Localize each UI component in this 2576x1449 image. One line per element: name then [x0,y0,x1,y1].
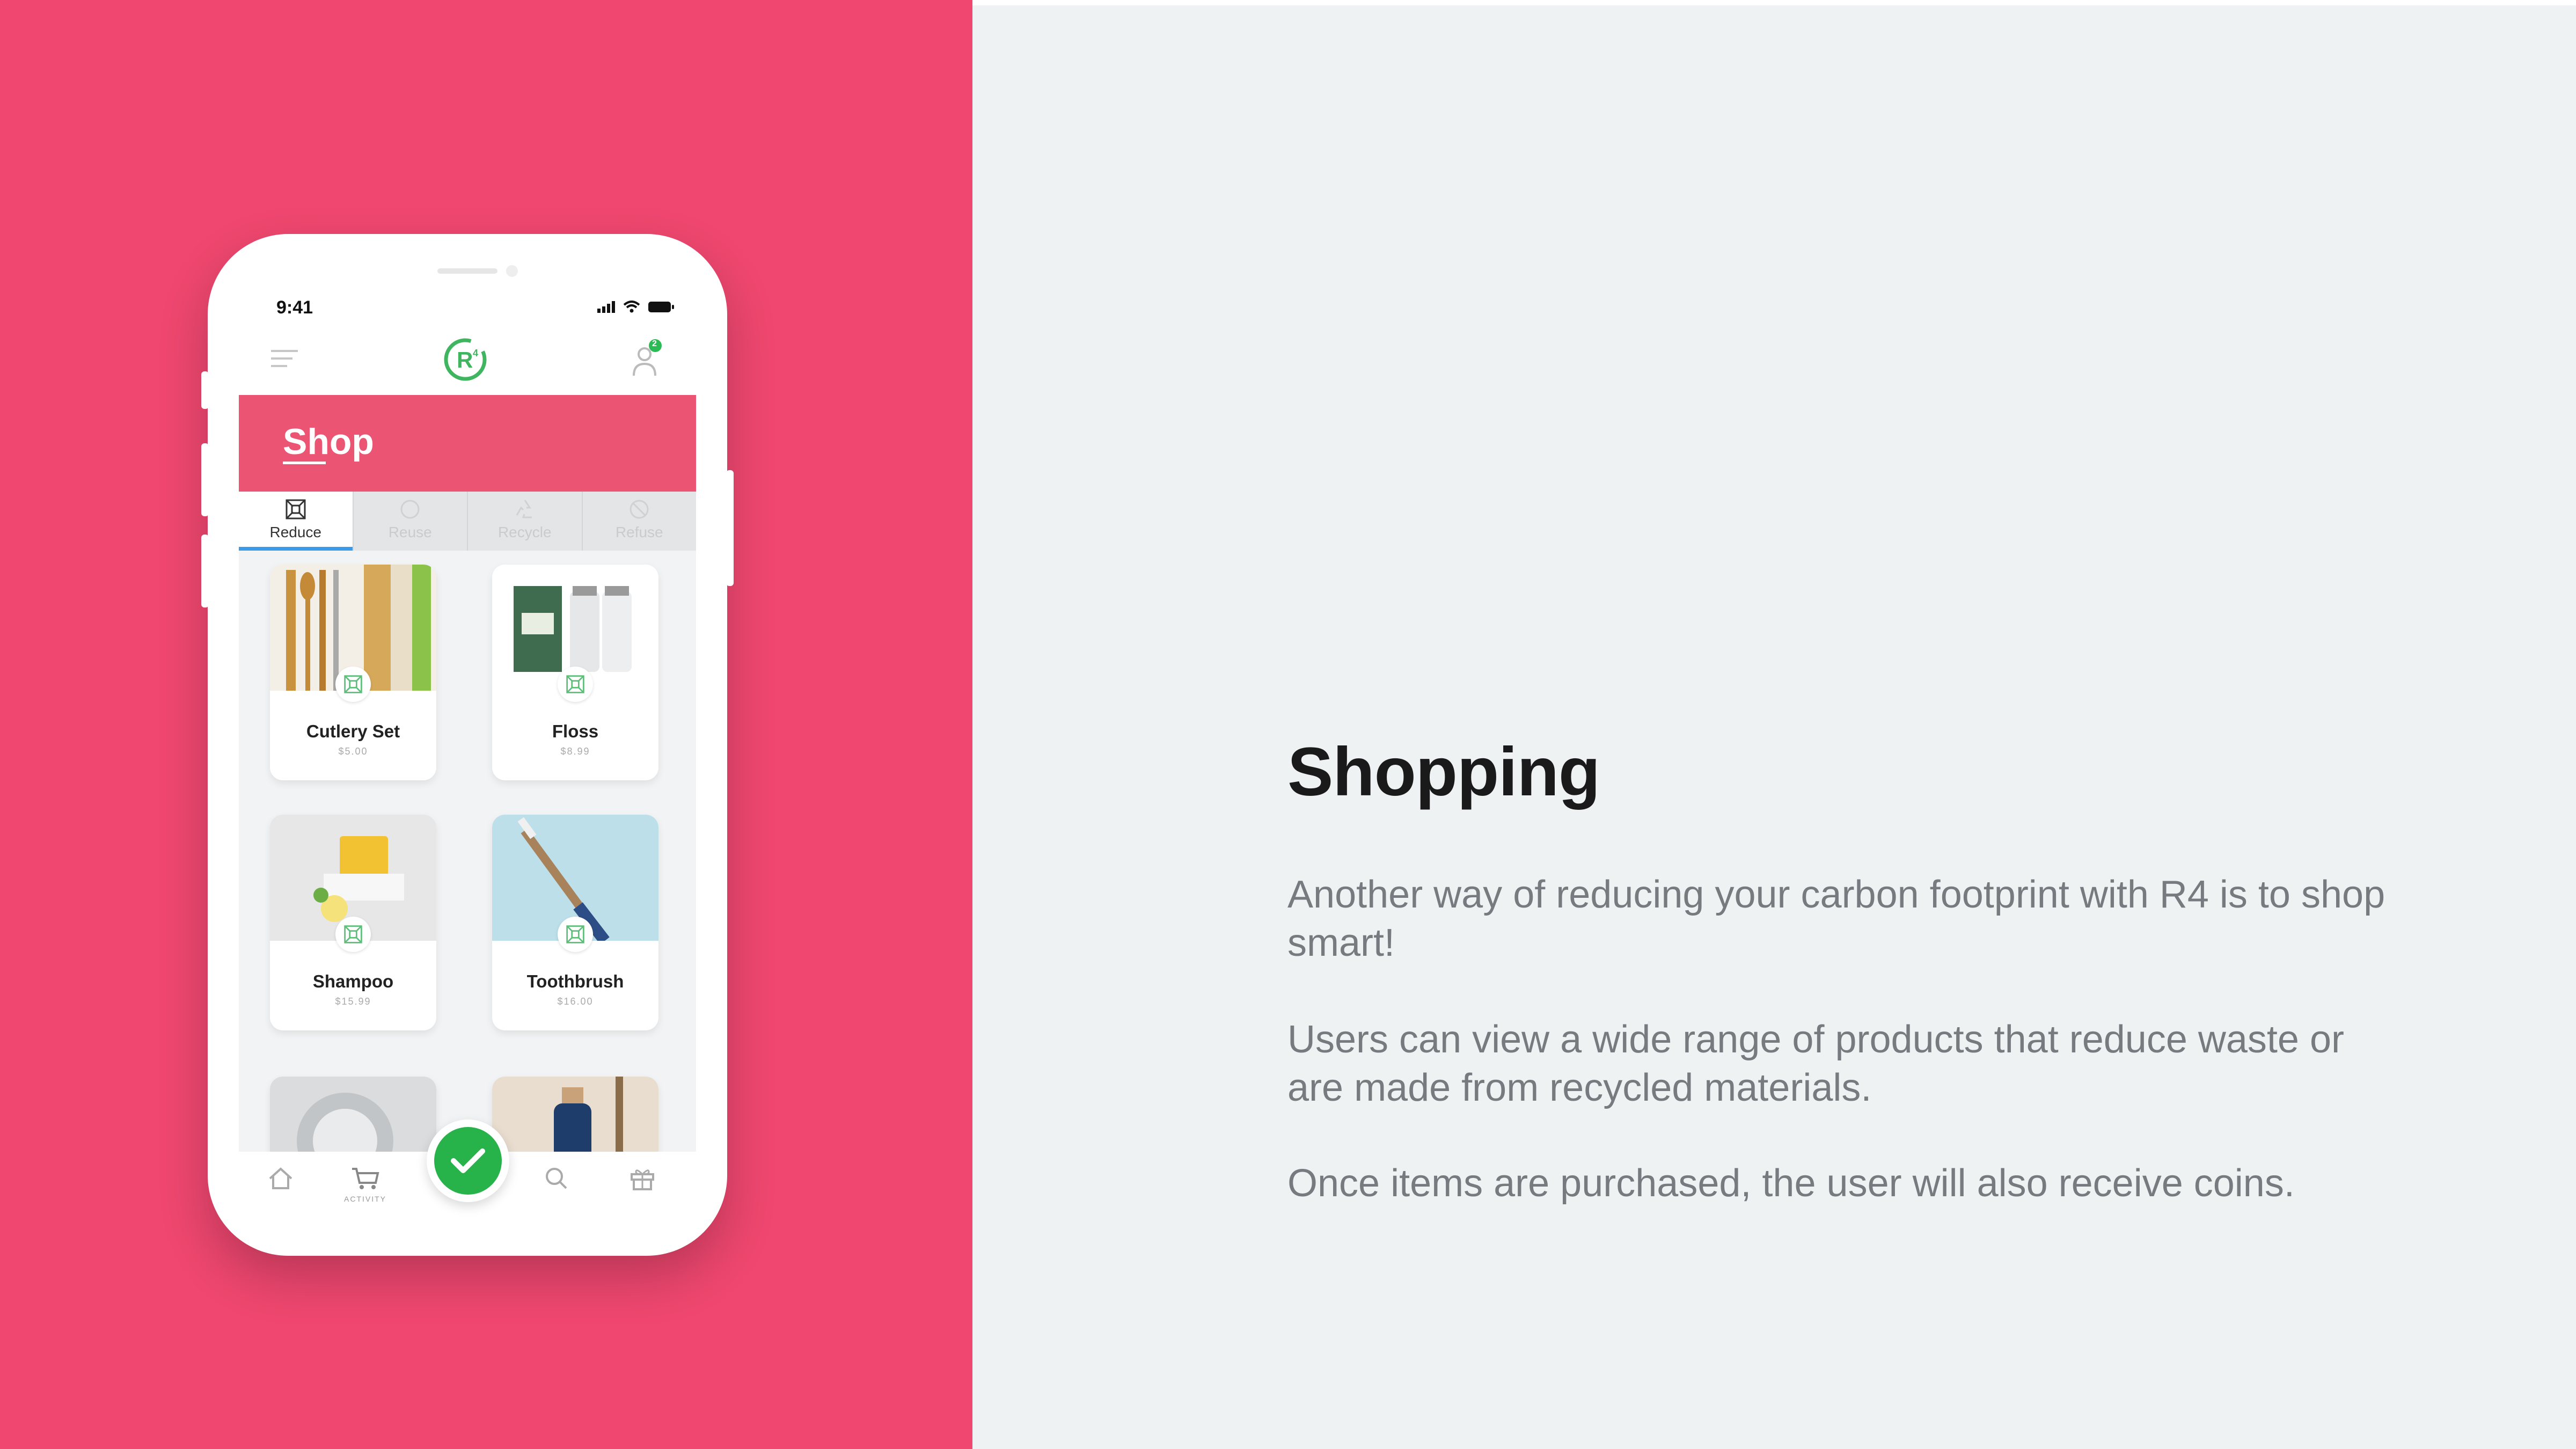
description-paragraph-2: Users can view a wide range of products … [1287,1018,2344,1109]
svg-text:4: 4 [473,348,478,358]
phone-volume-up [201,443,209,516]
phone-side-button [201,371,209,409]
product-card-shampoo[interactable]: Shampoo $15.99 [270,815,436,1030]
phone-notch [411,261,524,284]
page-title: Shop [283,421,374,462]
product-price: $5.00 [338,746,368,757]
fab-inner [434,1127,502,1195]
speaker [437,268,497,274]
phone-power-button [726,470,734,586]
top-border [972,0,2576,5]
section-heading: Shopping [1287,734,1600,810]
nav-search[interactable] [545,1167,568,1190]
phone-screen: 9:41 R 4 2 Shop Reduce Reuse Recycle Ref… [239,261,696,1229]
nav-label: ACTIVITY [344,1195,387,1203]
reduce-badge [335,667,371,702]
gift-icon [631,1169,654,1190]
phone-mockup: 9:41 R 4 2 Shop Reduce Reuse Recycle Ref… [201,234,734,1256]
camera [506,265,518,277]
reduce-badge [335,917,371,952]
search-icon [546,1168,567,1189]
product-card-cutlery-set[interactable]: Cutlery Set $5.00 [270,565,436,780]
recycle-icon [516,500,532,518]
app-header: R 4 2 [239,325,696,395]
tab-label: Recycle [497,524,552,540]
status-bar: 9:41 [239,295,696,322]
title-underline [283,462,326,464]
right-panel: Shopping Another way of reducing your ca… [972,0,2576,1449]
svg-text:R: R [457,347,473,372]
reduce-icon [286,499,306,519]
tab-label: Reduce [269,524,321,540]
fab-check-button[interactable] [427,1119,509,1202]
product-name: Floss [552,721,599,741]
product-card-toothbrush[interactable]: Toothbrush $16.00 [492,815,658,1030]
product-name: Shampoo [312,971,394,991]
reduce-icon [344,675,362,693]
description-paragraph-1: Another way of reducing your carbon foot… [1287,873,2385,964]
product-price: $16.00 [557,996,594,1007]
nav-activity[interactable]: ACTIVITY [344,1167,386,1203]
reduce-icon [344,925,362,943]
check-icon [451,1148,485,1173]
wifi-icon [623,301,640,313]
battery-icon [648,302,674,312]
product-price: $8.99 [560,746,590,757]
product-price: $15.99 [335,996,371,1007]
nav-rewards[interactable] [630,1167,655,1190]
cart-icon [352,1168,379,1189]
tab-recycle[interactable]: Recycle [468,492,583,551]
refuse-icon [630,500,649,519]
reduce-badge [558,917,593,952]
tab-label: Refuse [615,524,663,540]
shop-banner: Shop [239,395,696,492]
r4-logo[interactable]: R 4 [443,337,488,382]
reduce-icon [566,925,584,943]
left-panel: 9:41 R 4 2 Shop Reduce Reuse Recycle Ref… [0,0,972,1449]
menu-icon[interactable] [271,348,298,369]
tab-reduce[interactable]: Reduce [239,492,354,551]
signal-icon [597,301,615,313]
product-card-floss[interactable]: Floss $8.99 [492,565,658,780]
tab-reuse[interactable]: Reuse [354,492,468,551]
status-time: 9:41 [276,297,313,318]
status-icons [597,301,675,313]
nav-home[interactable] [268,1167,294,1190]
tab-label: Reuse [388,524,432,540]
description-paragraph-3: Once items are purchased, the user will … [1287,1162,2295,1205]
reduce-badge [558,667,593,702]
product-grid: Cutlery Set $5.00 Floss $8.99 Shampoo $1… [239,551,696,1229]
product-name: Cutlery Set [306,721,400,741]
product-name: Toothbrush [526,971,624,991]
notification-count: 2 [652,339,657,348]
profile-button[interactable]: 2 [630,338,664,378]
category-tabs: Reduce Reuse Recycle Refuse [239,492,696,551]
tab-refuse[interactable]: Refuse [583,492,697,551]
reuse-icon [400,500,420,519]
home-icon [269,1167,292,1189]
user-icon [633,339,662,376]
reduce-icon [566,675,584,693]
phone-volume-down [201,535,209,608]
